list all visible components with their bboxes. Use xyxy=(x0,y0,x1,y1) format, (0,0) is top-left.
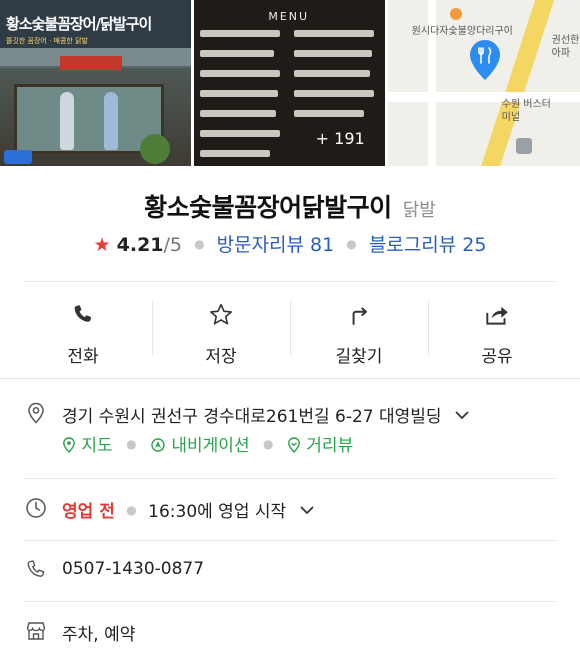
store-sign-text: 황소숯불꼼장어/닭발구이 xyxy=(6,15,152,33)
place-name: 황소숯불꼼장어닭발구이 xyxy=(144,193,392,222)
directions-button[interactable]: 길찾기 xyxy=(290,296,428,367)
street-view-link[interactable]: 거리뷰 xyxy=(287,436,353,456)
star-outline-icon xyxy=(210,303,232,325)
street-view-link-label: 거리뷰 xyxy=(306,436,354,456)
standee-figure xyxy=(104,92,118,150)
directions-icon xyxy=(352,307,368,325)
storefront-icon xyxy=(26,622,46,640)
action-bar: 전화 저장 길찾기 공유 xyxy=(14,296,566,367)
menu-line xyxy=(294,70,371,77)
hours-status: 영업 전 xyxy=(62,502,115,522)
storefront-photo[interactable]: 황소숯불꼼장어/닭발구이 쫄깃한 꼼장어 · 매콤한 닭발 xyxy=(0,0,192,166)
address-value: 경기 수원시 권선구 경수대로261번길 6-27 대영빌딩 xyxy=(62,407,442,427)
hours-detail: 16:30에 영업 시작 xyxy=(148,502,287,522)
share-button[interactable]: 공유 xyxy=(428,296,566,367)
phone-number: 0507-1430-0877 xyxy=(62,559,205,579)
menu-line xyxy=(200,50,275,57)
store-sign: 황소숯불꼼장어/닭발구이 쫄깃한 꼼장어 · 매콤한 닭발 xyxy=(0,0,192,48)
map-link[interactable]: 지도 xyxy=(62,436,118,456)
blog-reviews-link[interactable]: 블로그리뷰 25 xyxy=(369,234,487,256)
menu-line xyxy=(294,50,373,57)
phone-icon xyxy=(74,305,92,322)
menu-line xyxy=(200,30,281,37)
rating-score: 4.21 xyxy=(116,234,164,256)
navigation-icon xyxy=(151,438,165,452)
divider xyxy=(24,478,556,479)
star-icon: ★ xyxy=(93,234,111,256)
divider xyxy=(24,601,556,602)
menu-line xyxy=(200,90,279,97)
photo-strip: 황소숯불꼼장어/닭발구이 쫄깃한 꼼장어 · 매콤한 닭발 MENU + 191… xyxy=(0,0,580,166)
chevron-down-icon xyxy=(299,506,314,515)
location-pin-icon xyxy=(28,402,44,424)
share-label: 공유 xyxy=(481,347,513,367)
menu-line xyxy=(200,70,281,77)
navigation-link-label: 내비게이션 xyxy=(171,436,250,456)
blue-tub xyxy=(4,150,32,164)
clock-icon xyxy=(26,498,46,518)
hours-text: 영업 전 ● 16:30에 영업 시작 xyxy=(62,497,314,522)
separator-dot: ● xyxy=(126,503,137,517)
phone-outline-icon xyxy=(27,560,45,577)
map-label-right: 권선한 아파 xyxy=(551,35,580,59)
street-view-icon xyxy=(287,437,300,453)
restaurant-poi-icon xyxy=(449,8,462,20)
map-pin-icon xyxy=(469,40,500,80)
menu-line xyxy=(294,110,365,117)
standee-figure xyxy=(60,92,74,150)
divider xyxy=(0,378,580,379)
call-label: 전화 xyxy=(67,347,99,367)
amenities-text: 주차, 예약 xyxy=(62,625,136,645)
divider xyxy=(24,540,556,541)
navigation-link[interactable]: 내비게이션 xyxy=(150,436,255,456)
menu-line xyxy=(200,130,281,137)
save-button[interactable]: 저장 xyxy=(152,296,290,367)
map-pin-small-icon xyxy=(63,437,75,453)
menu-line xyxy=(294,90,375,97)
place-header: 황소숯불꼼장어닭발구이 닭발 xyxy=(0,188,580,224)
potted-plant xyxy=(140,134,170,164)
red-signboard xyxy=(60,56,122,70)
map-thumbnail[interactable]: 원시다자숯불양다리구이 권선한 아파 수원 버스터미널 xyxy=(387,0,580,166)
share-icon xyxy=(486,306,508,325)
map-label-bus: 수원 버스터미널 xyxy=(501,99,551,123)
chevron-down-icon xyxy=(455,411,469,420)
place-category: 닭발 xyxy=(402,200,436,221)
photo-count: + 191 xyxy=(315,129,365,148)
store-sign-subtext: 쫄깃한 꼼장어 · 매콤한 닭발 xyxy=(6,37,88,45)
separator-dot: ● xyxy=(194,237,205,251)
map-link-label: 지도 xyxy=(81,436,113,456)
menu-line xyxy=(200,150,271,157)
separator-dot: ● xyxy=(346,237,357,251)
bus-terminal-icon xyxy=(515,138,532,154)
separator-dot: ● xyxy=(126,437,137,451)
rating-max: /5 xyxy=(163,234,183,256)
divider xyxy=(24,281,556,282)
map-label-poi: 원시다자숯불양다리구이 xyxy=(411,26,513,37)
address-links: 지도 ● 내비게이션 ● 거리뷰 xyxy=(62,431,353,456)
call-button[interactable]: 전화 xyxy=(14,296,152,367)
menu-board-photo[interactable]: MENU + 191 xyxy=(194,0,385,166)
directions-label: 길찾기 xyxy=(335,347,383,367)
address-text[interactable]: 경기 수원시 권선구 경수대로261번길 6-27 대영빌딩 xyxy=(62,402,469,427)
visitor-reviews-link[interactable]: 방문자리뷰 81 xyxy=(217,234,335,256)
save-label: 저장 xyxy=(205,347,237,367)
menu-line xyxy=(200,110,277,117)
rating-row: ★ 4.21/5 ● 방문자리뷰 81 ● 블로그리뷰 25 xyxy=(0,230,580,257)
menu-board-title: MENU xyxy=(268,10,310,23)
menu-line xyxy=(294,30,375,37)
separator-dot: ● xyxy=(263,437,274,451)
